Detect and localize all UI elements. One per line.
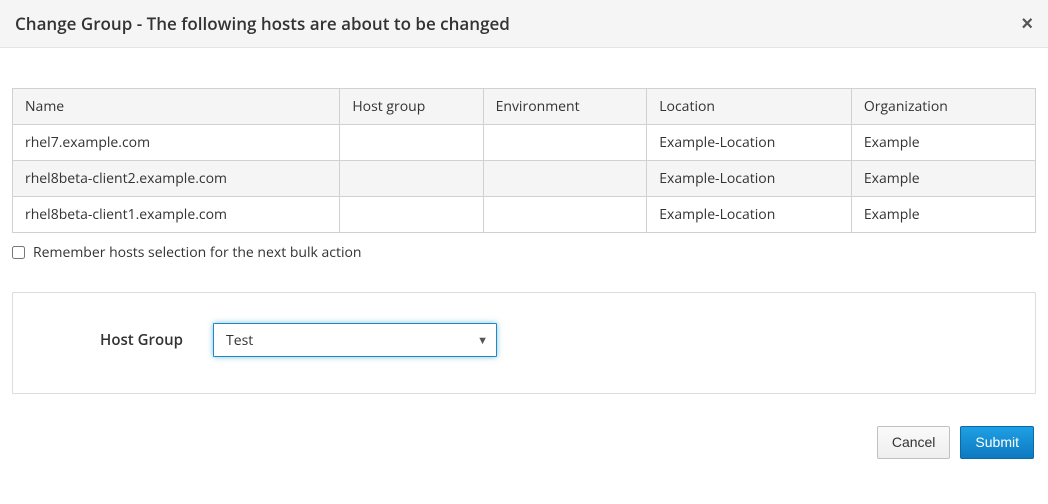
table-row: rhel8beta-client2.example.com Example-Lo… (13, 161, 1036, 197)
host-group-row: Host Group Test ▼ (33, 323, 1015, 357)
close-button[interactable]: × (1021, 14, 1033, 34)
cell-environment (483, 197, 647, 233)
host-group-select[interactable]: Test ▼ (213, 323, 497, 357)
button-bar: Cancel Submit (0, 414, 1048, 473)
form-panel: Host Group Test ▼ (12, 292, 1036, 394)
cell-location: Example-Location (647, 197, 852, 233)
modal-title: Change Group - The following hosts are a… (15, 12, 510, 35)
cell-organization: Example (851, 125, 1035, 161)
col-organization-header: Organization (851, 89, 1035, 125)
cell-name: rhel8beta-client2.example.com (13, 161, 340, 197)
cell-location: Example-Location (647, 161, 852, 197)
cell-hostgroup (340, 197, 483, 233)
cell-name: rhel7.example.com (13, 125, 340, 161)
submit-button[interactable]: Submit (960, 426, 1034, 459)
col-location-header: Location (647, 89, 852, 125)
modal-header: Change Group - The following hosts are a… (0, 0, 1048, 48)
col-environment-header: Environment (483, 89, 647, 125)
col-name-header: Name (13, 89, 340, 125)
remember-label: Remember hosts selection for the next bu… (33, 243, 362, 262)
remember-checkbox[interactable] (12, 246, 25, 259)
modal-body: Name Host group Environment Location Org… (0, 48, 1048, 414)
close-icon: × (1021, 13, 1033, 35)
cell-hostgroup (340, 161, 483, 197)
cell-environment (483, 125, 647, 161)
table-header-row: Name Host group Environment Location Org… (13, 89, 1036, 125)
cell-environment (483, 161, 647, 197)
cell-name: rhel8beta-client1.example.com (13, 197, 340, 233)
host-group-value: Test (226, 331, 253, 350)
chevron-down-icon: ▼ (477, 333, 488, 348)
cell-organization: Example (851, 161, 1035, 197)
cancel-button[interactable]: Cancel (877, 426, 951, 459)
cell-organization: Example (851, 197, 1035, 233)
col-hostgroup-header: Host group (340, 89, 483, 125)
table-row: rhel8beta-client1.example.com Example-Lo… (13, 197, 1036, 233)
cell-location: Example-Location (647, 125, 852, 161)
host-group-label: Host Group (33, 330, 213, 350)
remember-row: Remember hosts selection for the next bu… (12, 243, 1036, 262)
table-row: rhel7.example.com Example-Location Examp… (13, 125, 1036, 161)
hosts-table: Name Host group Environment Location Org… (12, 88, 1036, 233)
cell-hostgroup (340, 125, 483, 161)
